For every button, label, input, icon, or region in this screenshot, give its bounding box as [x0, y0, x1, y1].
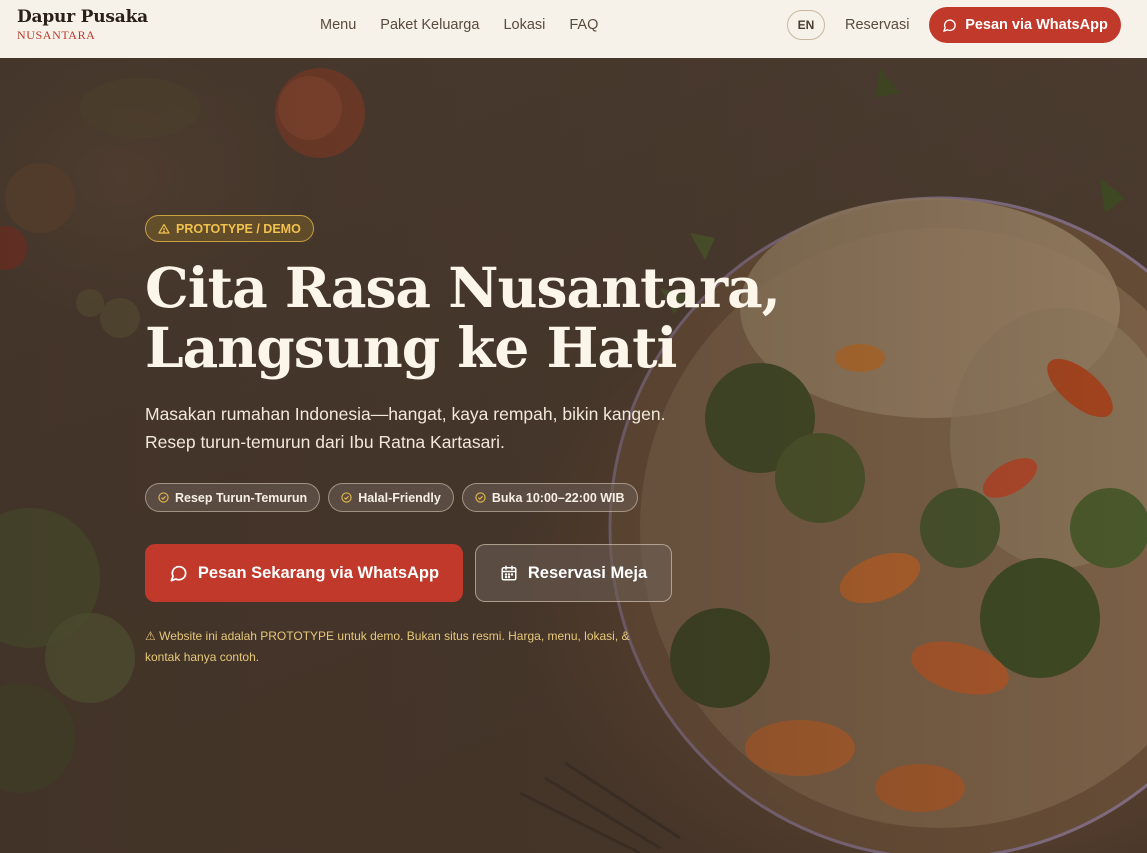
reserve-table-label: Reservasi Meja [527, 563, 648, 582]
nav-item-faq[interactable]: FAQ [569, 17, 598, 33]
check-circle-icon [341, 492, 352, 503]
order-whatsapp-label: Pesan Sekarang via WhatsApp [197, 563, 440, 582]
nav-item-lokasi[interactable]: Lokasi [503, 17, 545, 33]
nav-item-menu[interactable]: Menu [320, 17, 356, 33]
reservation-link[interactable]: Reservasi [845, 17, 909, 33]
calendar-icon [501, 565, 517, 581]
hero-subheading: Masakan rumahan Indonesia—hangat, kaya r… [145, 400, 765, 456]
feature-chip-label: Resep Turun-Temurun [175, 490, 308, 505]
brand-logo[interactable]: Dapur Pusaka NUSANTARA [17, 7, 148, 43]
check-circle-icon [158, 492, 169, 503]
feature-chip-label: Buka 10:00–22:00 WIB [491, 490, 625, 505]
warning-icon [158, 223, 170, 234]
feature-chips: Resep Turun-Temurun Halal-Friendly Buka … [145, 483, 638, 512]
chat-bubble-icon [943, 18, 956, 32]
brand-name: Dapur Pusaka [17, 7, 149, 27]
nav-item-paket-keluarga[interactable]: Paket Keluarga [380, 17, 479, 33]
hero-subheading-line-2: Resep turun-temurun dari Ibu Ratna Karta… [145, 432, 505, 452]
order-whatsapp-button[interactable]: Pesan Sekarang via WhatsApp [145, 544, 463, 602]
whatsapp-order-label: Pesan via WhatsApp [965, 17, 1108, 33]
language-toggle-button[interactable]: EN [787, 10, 825, 40]
whatsapp-order-button[interactable]: Pesan via WhatsApp [929, 7, 1121, 43]
brand-subtitle: NUSANTARA [17, 28, 96, 42]
feature-chip-recipe: Resep Turun-Temurun [145, 483, 321, 512]
feature-chip-label: Halal-Friendly [358, 490, 441, 505]
feature-chip-halal: Halal-Friendly [328, 483, 454, 512]
hero-headline-line-1: Cita Rasa Nusantara, [145, 255, 781, 320]
prototype-disclaimer: ⚠ Website ini adalah PROTOTYPE untuk dem… [145, 629, 630, 664]
hero-headline-line-2: Langsung ke Hati [145, 315, 677, 380]
chat-bubble-icon [170, 565, 187, 581]
site-header: Dapur Pusaka NUSANTARA Menu Paket Keluar… [0, 0, 1147, 58]
reserve-table-button[interactable]: Reservasi Meja [475, 544, 672, 602]
prototype-badge-label: PROTOTYPE / DEMO [176, 221, 301, 236]
main-nav: Menu Paket Keluarga Lokasi FAQ [320, 17, 598, 33]
hero-headline: Cita Rasa Nusantara, Langsung ke Hati [145, 258, 785, 378]
feature-chip-hours: Buka 10:00–22:00 WIB [461, 483, 638, 512]
prototype-badge: PROTOTYPE / DEMO [145, 215, 314, 242]
hero-subheading-line-1: Masakan rumahan Indonesia—hangat, kaya r… [145, 404, 666, 424]
check-circle-icon [475, 492, 486, 503]
